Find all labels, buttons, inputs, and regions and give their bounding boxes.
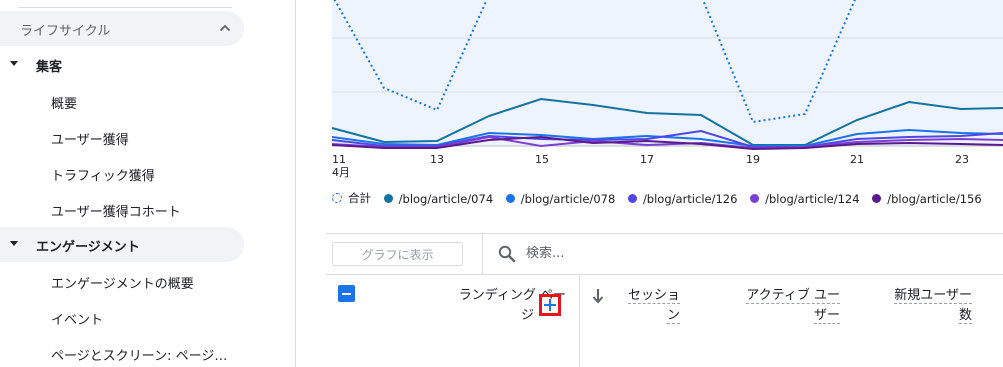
- section-header-label: ライフサイクル: [20, 24, 111, 39]
- x-tick-label: 13: [430, 153, 444, 166]
- column-header-active-users[interactable]: アクティブ ユー ザー: [716, 286, 840, 326]
- legend-marker-icon: [750, 194, 760, 203]
- legend-item-total[interactable]: 合計: [332, 190, 371, 206]
- arrow-down-icon[interactable]: [591, 288, 605, 304]
- legend-item-074[interactable]: /blog/article/074: [383, 191, 494, 206]
- legend-marker-icon: [332, 193, 342, 203]
- legend-label: /blog/article/078: [520, 191, 616, 206]
- x-tick-label: 11: [332, 153, 346, 166]
- column-header-line: アクティブ ユー: [746, 288, 840, 304]
- toolbar-divider: [482, 234, 483, 274]
- legend-marker-icon: [627, 194, 637, 203]
- sidebar-nav: ライフサイクル 集客 概要 ユーザー獲得 トラフィック獲得 ユーザー獲得コホート…: [0, 0, 296, 367]
- chart-legend: 合計 /blog/article/074 /blog/article/078 /…: [332, 190, 991, 208]
- column-header-new-users[interactable]: 新規ユーザー 数: [866, 286, 972, 326]
- column-header-line: セッショ: [627, 288, 680, 304]
- sidebar-divider: [18, 7, 232, 8]
- chart-area-fill: [332, 0, 1003, 146]
- legend-item-126[interactable]: /blog/article/126: [627, 191, 738, 206]
- search-input[interactable]: [526, 243, 826, 263]
- legend-item-156[interactable]: /blog/article/156: [872, 191, 982, 206]
- column-header-line: ン: [666, 308, 680, 324]
- nav-group-acquisition[interactable]: 集客: [0, 47, 244, 82]
- sidebar-item-engagement-overview[interactable]: エンゲージメントの概要: [51, 273, 194, 292]
- column-divider: [579, 274, 580, 367]
- legend-label: /blog/article/074: [398, 191, 494, 206]
- search-icon: [498, 245, 516, 263]
- x-tick-label: 15: [535, 153, 549, 166]
- main-content: 11 13 15 17 19 21 23 4月 合計 /blog/article…: [296, 0, 1003, 367]
- legend-item-078[interactable]: /blog/article/078: [505, 191, 616, 206]
- sidebar-item-user-acquisition[interactable]: ユーザー獲得: [51, 129, 129, 148]
- sidebar-item-pages-screens[interactable]: ページとスクリーン: ページ…: [51, 345, 227, 364]
- legend-label: /blog/article/156: [887, 191, 982, 206]
- legend-label: /blog/article/124: [765, 191, 860, 206]
- legend-item-124[interactable]: /blog/article/124: [750, 191, 860, 206]
- x-month-label: 4月: [332, 166, 350, 179]
- plus-icon: [544, 299, 556, 311]
- sidebar-item-events[interactable]: イベント: [51, 309, 103, 328]
- chevron-up-icon: [219, 24, 231, 32]
- section-header-lifecycle[interactable]: ライフサイクル: [0, 11, 244, 46]
- legend-marker-icon: [383, 194, 393, 203]
- sidebar-item-overview[interactable]: 概要: [51, 93, 77, 112]
- nav-group-engagement[interactable]: エンゲージメント: [0, 227, 244, 262]
- legend-marker-icon: [505, 194, 515, 203]
- table-toolbar: グラフに表示: [326, 233, 1003, 275]
- x-tick-label: 21: [850, 153, 864, 166]
- x-tick-label: 23: [955, 153, 969, 166]
- nav-group-label: 集客: [36, 60, 63, 75]
- line-chart: 11 13 15 17 19 21 23 4月: [331, 0, 1003, 179]
- x-tick-label: 17: [640, 153, 654, 166]
- nav-group-label: エンゲージメント: [36, 240, 140, 255]
- column-header-line: 新規ユーザー: [894, 288, 972, 304]
- caret-down-icon: [10, 241, 18, 246]
- legend-label: 合計: [348, 191, 371, 205]
- caret-down-icon: [10, 61, 18, 66]
- legend-label: /blog/article/126: [642, 191, 738, 206]
- x-tick-label: 19: [746, 153, 760, 166]
- column-header-sessions[interactable]: セッショ ン: [616, 286, 680, 326]
- select-all-checkbox[interactable]: [338, 285, 355, 302]
- sidebar-item-acquisition-cohort[interactable]: ユーザー獲得コホート: [51, 201, 181, 220]
- sidebar-item-traffic-acquisition[interactable]: トラフィック獲得: [51, 165, 155, 184]
- add-dimension-button[interactable]: [539, 294, 561, 316]
- column-header-line: 数: [958, 308, 972, 324]
- legend-marker-icon: [872, 194, 882, 203]
- table-header: ランディング ペー ジ セッショ ン アクティブ ユー ザー 新規ユーザー 数: [326, 274, 1003, 367]
- plot-rows-button[interactable]: グラフに表示: [332, 242, 463, 266]
- column-header-line: ザー: [813, 308, 840, 324]
